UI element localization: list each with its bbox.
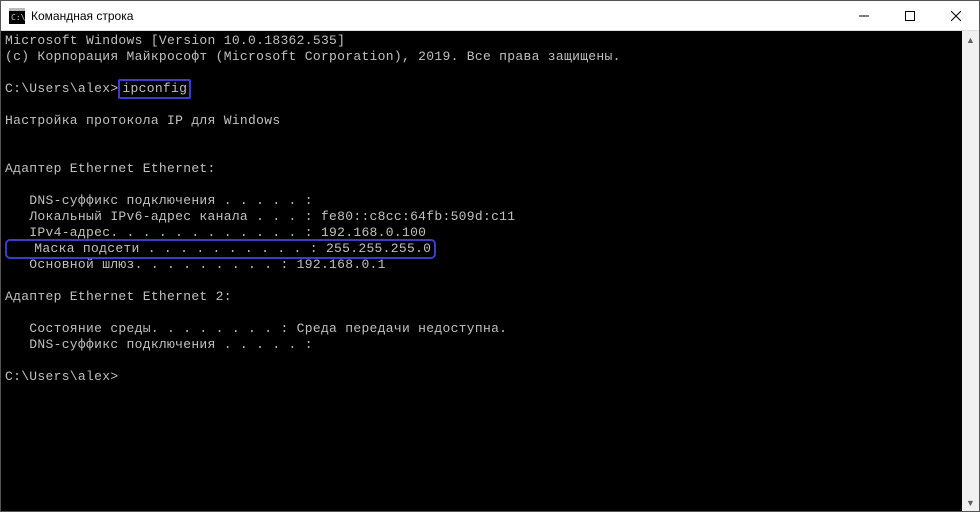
adapter2-dns: DNS-суффикс подключения . . . . . : xyxy=(5,337,958,353)
close-button[interactable] xyxy=(933,1,979,30)
titlebar: C:\ Командная строка xyxy=(1,1,979,31)
cmd-icon: C:\ xyxy=(9,8,25,24)
blank-line xyxy=(5,177,958,193)
cmd-window: C:\ Командная строка Microsoft Windows [… xyxy=(0,0,980,512)
scrollbar-track[interactable] xyxy=(962,48,979,494)
scroll-down-arrow-icon[interactable]: ▼ xyxy=(962,494,979,511)
adapter1-gateway: Основной шлюз. . . . . . . . . : 192.168… xyxy=(5,257,958,273)
highlight-command: ipconfig xyxy=(118,79,191,99)
blank-line xyxy=(5,305,958,321)
highlight-subnet-mask: Маска подсети . . . . . . . . . . : 255.… xyxy=(5,239,436,259)
adapter2-state: Состояние среды. . . . . . . . : Среда п… xyxy=(5,321,958,337)
ipconfig-heading: Настройка протокола IP для Windows xyxy=(5,113,958,129)
line-copyright: (c) Корпорация Майкрософт (Microsoft Cor… xyxy=(5,49,958,65)
prompt-line-2: C:\Users\alex> xyxy=(5,369,958,385)
line-version: Microsoft Windows [Version 10.0.18362.53… xyxy=(5,33,958,49)
window-title: Командная строка xyxy=(31,9,841,23)
blank-line xyxy=(5,353,958,369)
blank-line xyxy=(5,273,958,289)
adapter1-title: Адаптер Ethernet Ethernet: xyxy=(5,161,958,177)
minimize-button[interactable] xyxy=(841,1,887,30)
vertical-scrollbar[interactable]: ▲ ▼ xyxy=(962,31,979,511)
terminal-output[interactable]: Microsoft Windows [Version 10.0.18362.53… xyxy=(1,31,962,511)
adapter2-title: Адаптер Ethernet Ethernet 2: xyxy=(5,289,958,305)
blank-line xyxy=(5,145,958,161)
adapter1-mask-row: Маска подсети . . . . . . . . . . : 255.… xyxy=(5,241,958,257)
scroll-up-arrow-icon[interactable]: ▲ xyxy=(962,31,979,48)
adapter1-ipv6: Локальный IPv6-адрес канала . . . : fe80… xyxy=(5,209,958,225)
terminal-area: Microsoft Windows [Version 10.0.18362.53… xyxy=(1,31,979,511)
window-controls xyxy=(841,1,979,30)
adapter1-dns: DNS-суффикс подключения . . . . . : xyxy=(5,193,958,209)
prompt-prefix: C:\Users\alex> xyxy=(5,81,118,96)
blank-line xyxy=(5,97,958,113)
maximize-button[interactable] xyxy=(887,1,933,30)
prompt-line-1: C:\Users\alex>ipconfig xyxy=(5,81,958,97)
svg-text:C:\: C:\ xyxy=(11,13,25,22)
blank-line xyxy=(5,129,958,145)
